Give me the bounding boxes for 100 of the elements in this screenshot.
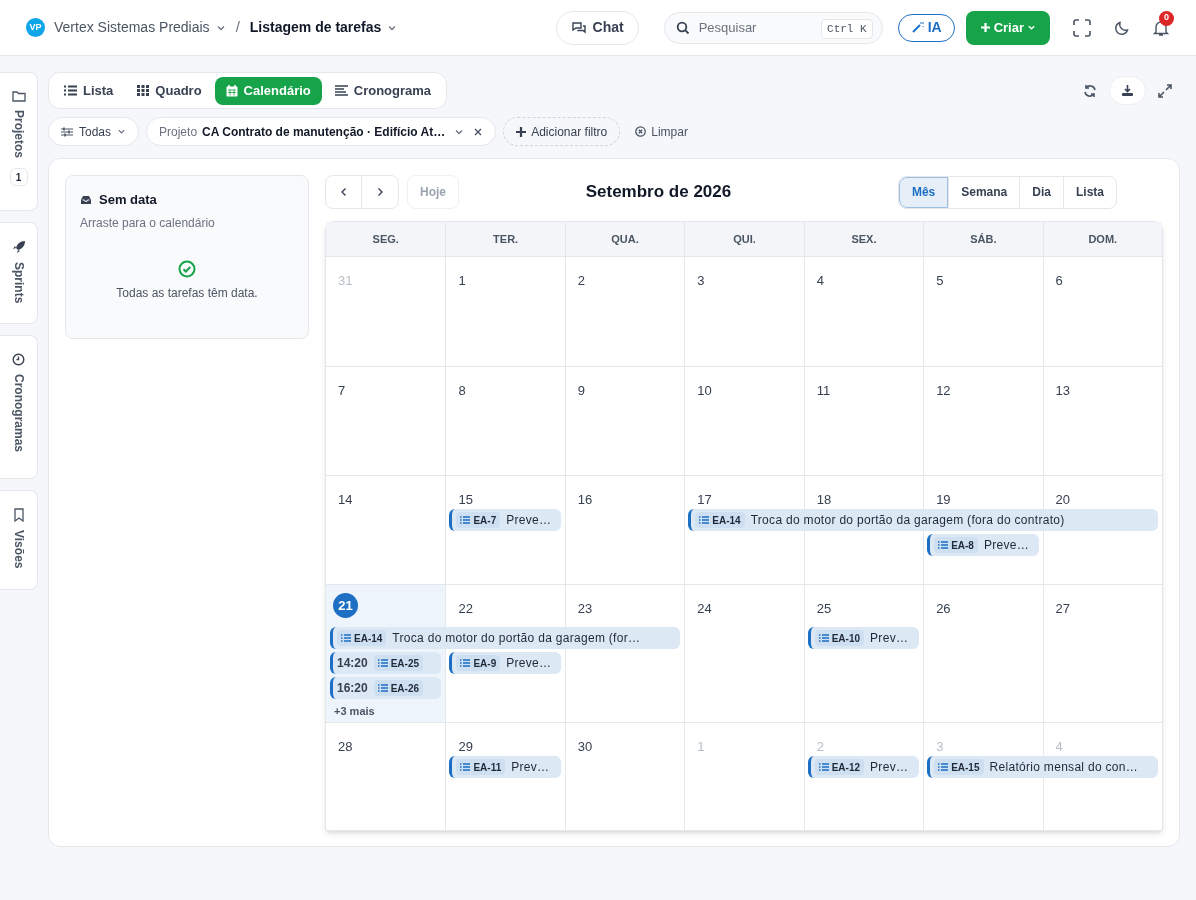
ai-button[interactable]: IA bbox=[897, 13, 955, 42]
day-number: 7 bbox=[338, 383, 346, 398]
plus-icon bbox=[516, 126, 527, 137]
day-number: 25 bbox=[816, 601, 832, 616]
weekday-header: SEG. bbox=[371, 231, 400, 247]
day-number: 14 bbox=[338, 492, 353, 507]
day-cell[interactable]: 30 bbox=[564, 723, 685, 830]
day-cell[interactable]: 6 bbox=[1042, 257, 1162, 366]
view-mode-tab[interactable]: Semana bbox=[948, 176, 1020, 208]
task-code: EA-7 bbox=[456, 512, 501, 528]
day-number: 1 bbox=[458, 273, 466, 288]
side-tab[interactable]: Projetos 1 bbox=[0, 72, 38, 211]
expand-icon[interactable] bbox=[1158, 83, 1172, 98]
today-date: 21 bbox=[333, 593, 358, 618]
day-number: 11 bbox=[816, 383, 831, 398]
download-icon bbox=[1121, 84, 1134, 97]
day-number: 17 bbox=[697, 492, 712, 507]
list-icon bbox=[818, 763, 829, 771]
scope-filter[interactable]: Todas bbox=[48, 117, 140, 146]
event-time: 14:20 bbox=[337, 655, 368, 672]
side-tab[interactable]: Sprints bbox=[0, 222, 38, 324]
weekday-header: QUI. bbox=[684, 222, 804, 256]
day-number: 30 bbox=[577, 739, 593, 754]
page-title[interactable]: Listagem de tarefas bbox=[249, 17, 382, 38]
shortcut-hint: Ctrl K bbox=[821, 18, 873, 39]
calendar-icon bbox=[225, 84, 238, 97]
list-icon bbox=[64, 85, 77, 96]
close-icon[interactable] bbox=[473, 126, 484, 137]
event-title: Preve… bbox=[983, 537, 1030, 554]
fullscreen-icon[interactable] bbox=[1072, 17, 1092, 38]
event-pill[interactable]: EA-10 Prev… bbox=[807, 627, 920, 649]
clear-filters-button[interactable]: Limpar bbox=[627, 117, 696, 146]
event-pill[interactable]: EA-8 Preve… bbox=[927, 534, 1039, 556]
download-button[interactable] bbox=[1109, 76, 1146, 105]
event-pill[interactable]: EA-7 Preve… bbox=[449, 509, 561, 531]
plus-icon bbox=[979, 22, 991, 33]
clear-icon bbox=[635, 126, 647, 137]
weekday-header: TER. bbox=[445, 222, 565, 256]
event-pill[interactable]: EA-15 Relatório mensal do con… bbox=[927, 756, 1158, 778]
task-code: EA-26 bbox=[373, 680, 424, 696]
day-number: 27 bbox=[1055, 601, 1071, 616]
event-pill[interactable]: 14:20 EA-25 bbox=[330, 652, 442, 674]
bookmark-icon bbox=[12, 508, 25, 522]
day-number: 6 bbox=[1055, 273, 1063, 288]
day-number: 5 bbox=[936, 273, 944, 288]
side-tab[interactable]: Cronogramas bbox=[0, 335, 38, 479]
day-number: 2 bbox=[816, 739, 824, 754]
event-pill[interactable]: 16:20 EA-26 bbox=[330, 677, 442, 699]
event-time: 16:20 bbox=[337, 680, 368, 697]
grid-icon bbox=[137, 85, 150, 96]
day-number: 10 bbox=[697, 383, 712, 398]
panel-subtitle: Arraste para o calendário bbox=[80, 214, 216, 232]
side-tab[interactable]: Visões bbox=[0, 490, 38, 590]
check-circle-icon bbox=[178, 259, 196, 278]
day-number: 16 bbox=[577, 492, 593, 507]
filter-value: CA Contrato de manutenção · Edifício At… bbox=[202, 123, 446, 141]
event-title: Preve… bbox=[506, 655, 552, 672]
event-pill[interactable]: EA-11 Prev… bbox=[449, 756, 561, 778]
view-tab[interactable]: Cronograma bbox=[323, 76, 443, 105]
list-icon bbox=[460, 659, 471, 667]
day-cell[interactable]: 28 bbox=[326, 723, 446, 830]
clock-icon bbox=[12, 353, 25, 366]
view-tab[interactable]: Quadro bbox=[126, 76, 213, 105]
view-tab[interactable]: Lista bbox=[53, 76, 125, 105]
list-icon bbox=[377, 659, 388, 667]
event-title: Prev… bbox=[511, 759, 550, 776]
event-pill[interactable]: EA-12 Prev… bbox=[807, 756, 920, 778]
inbox-icon bbox=[80, 194, 92, 205]
event-title: Preve… bbox=[506, 512, 552, 529]
day-cell[interactable]: 27 bbox=[1042, 585, 1162, 722]
day-number: 2 bbox=[577, 273, 586, 288]
day-number: 22 bbox=[458, 601, 473, 616]
task-code: EA-9 bbox=[456, 655, 501, 671]
task-code: EA-10 bbox=[814, 630, 865, 646]
org-name[interactable]: Vertex Sistemas Prediais bbox=[54, 17, 210, 38]
more-events-link[interactable]: +3 mais bbox=[334, 701, 375, 722]
view-mode-tab[interactable]: Lista bbox=[1063, 176, 1116, 208]
event-pill[interactable]: EA-9 Preve… bbox=[449, 652, 561, 674]
sliders-icon bbox=[61, 126, 73, 137]
project-filter[interactable]: Projeto CA Contrato de manutenção · Edifício At… bbox=[146, 117, 497, 146]
task-code: EA-12 bbox=[814, 759, 865, 775]
day-number: 29 bbox=[458, 739, 473, 754]
day-number: 8 bbox=[458, 383, 466, 398]
view-mode-tab[interactable]: Mês bbox=[898, 176, 949, 208]
moon-icon[interactable] bbox=[1114, 19, 1130, 36]
org-avatar: VP bbox=[26, 18, 45, 37]
event-pill[interactable]: EA-14 Troca do motor do portão da garagem (for… bbox=[330, 627, 681, 649]
task-code: EA-14 bbox=[695, 512, 745, 528]
refresh-icon[interactable] bbox=[1083, 83, 1097, 98]
day-number: 23 bbox=[577, 601, 593, 616]
month-title: Setembro de 2026 bbox=[584, 181, 733, 204]
chat-button[interactable]: Chat bbox=[555, 10, 639, 45]
event-pill[interactable]: EA-14 Troca do motor do portão da garagem (fora do contrato) bbox=[688, 509, 1158, 531]
view-mode-tab[interactable]: Dia bbox=[1019, 176, 1063, 208]
day-number: 24 bbox=[697, 601, 712, 616]
day-cell[interactable]: 13 bbox=[1042, 367, 1162, 475]
count-badge: 1 bbox=[9, 168, 28, 186]
chevron-down-icon bbox=[1027, 23, 1036, 32]
task-code: EA-8 bbox=[934, 537, 978, 553]
day-number: 26 bbox=[936, 601, 951, 616]
